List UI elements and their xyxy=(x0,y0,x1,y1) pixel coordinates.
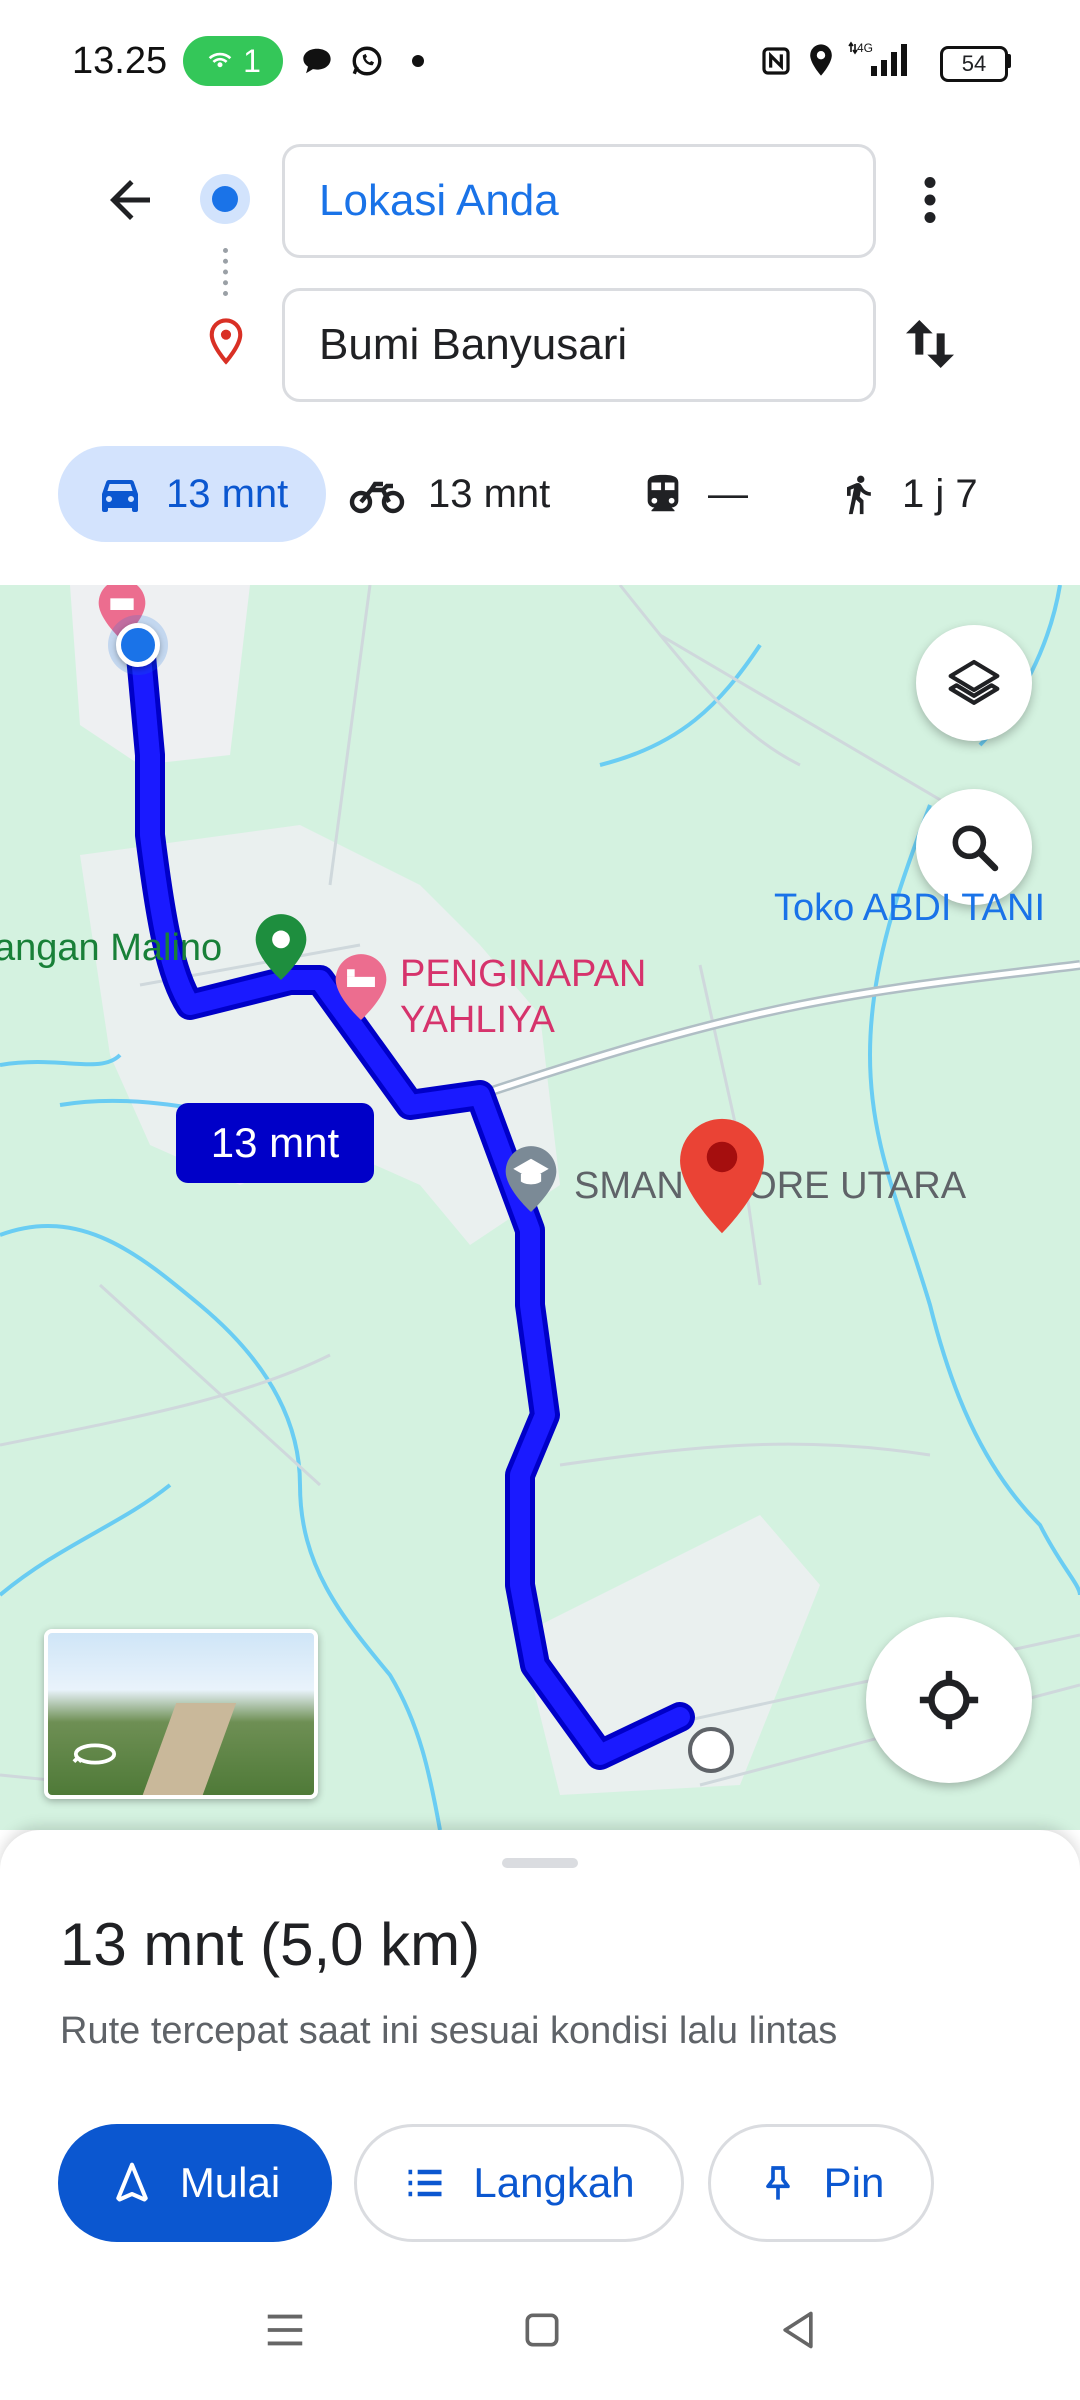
pin-button[interactable]: Pin xyxy=(708,2124,934,2242)
recenter-button[interactable] xyxy=(866,1617,1032,1783)
current-location-dot xyxy=(116,623,160,667)
park-pin-icon[interactable] xyxy=(250,909,312,985)
recent-apps-icon[interactable] xyxy=(262,2310,308,2350)
train-icon xyxy=(647,474,679,512)
list-icon xyxy=(408,2169,442,2197)
mode-transit-tab[interactable]: — xyxy=(640,446,748,542)
destination-marker-icon xyxy=(209,318,243,365)
search-icon xyxy=(952,825,999,872)
layers-icon xyxy=(948,659,1000,705)
pushpin-icon xyxy=(765,2166,790,2200)
destination-map-pin-icon[interactable] xyxy=(676,1115,768,1237)
mode-car-label: 13 mnt xyxy=(166,471,289,516)
route-time-distance: 13 mnt (5,0 km) xyxy=(60,1911,481,1978)
mode-car-tab[interactable]: 13 mnt xyxy=(58,446,327,542)
lodging-pin-icon[interactable] xyxy=(330,949,392,1025)
mode-motorcycle-label: 13 mnt xyxy=(428,471,551,516)
route-time-badge[interactable]: 13 mnt xyxy=(176,1103,374,1183)
home-icon[interactable] xyxy=(520,2308,564,2352)
map-view[interactable]: Toko ABDI TANI angan Malino PENGINAPAN Y… xyxy=(0,585,1080,1830)
chat-bubble-icon xyxy=(303,48,331,74)
motorcycle-icon xyxy=(349,481,405,514)
mode-motorcycle-tab[interactable]: 13 mnt xyxy=(348,446,550,542)
nfc-icon xyxy=(762,47,790,75)
mode-transit-label: — xyxy=(708,471,748,516)
route-note: Rute tercepat saat ini sesuai kondisi la… xyxy=(60,2010,838,2052)
hotspot-icon xyxy=(208,52,232,68)
route-time-badge-text: 13 mnt xyxy=(210,1119,340,1166)
street-view-thumbnail[interactable] xyxy=(44,1629,318,1799)
battery-tip xyxy=(1006,54,1011,68)
status-bar: 13.25 1 4G 54 xyxy=(0,0,1080,130)
car-icon xyxy=(102,480,138,512)
back-nav-icon[interactable] xyxy=(776,2306,820,2354)
poi-label-penginapan-2[interactable]: YAHLIYA xyxy=(400,999,555,1042)
poi-label-penginapan-1[interactable]: PENGINAPAN xyxy=(400,953,646,996)
drag-handle[interactable] xyxy=(502,1858,578,1868)
rotate-360-icon xyxy=(72,1743,117,1765)
hotspot-pill: 1 xyxy=(183,36,283,86)
back-arrow-icon[interactable] xyxy=(100,170,160,230)
mode-walk-label: 1 j 7 xyxy=(902,471,978,516)
battery-indicator: 54 xyxy=(940,46,1008,82)
poi-label-lapangan[interactable]: angan Malino xyxy=(0,927,222,970)
svg-text:4G: 4G xyxy=(857,41,873,55)
my-location-icon xyxy=(919,1670,979,1730)
location-icon xyxy=(810,44,832,76)
navigation-arrow-icon xyxy=(116,2162,148,2202)
origin-marker-icon xyxy=(200,174,250,224)
status-time: 13.25 xyxy=(72,40,168,82)
hotspot-count: 1 xyxy=(243,42,261,79)
whatsapp-icon xyxy=(352,46,382,76)
destination-text: Bumi Banyusari xyxy=(319,320,628,369)
pin-label: Pin xyxy=(823,2159,885,2206)
start-navigation-button[interactable]: Mulai xyxy=(58,2124,332,2242)
school-pin-icon[interactable] xyxy=(500,1141,562,1217)
notification-dot xyxy=(412,55,424,67)
walk-icon xyxy=(847,475,871,515)
poi-label-sman[interactable]: SMAN 1 LORE UTARA xyxy=(574,1165,966,1208)
swap-directions-icon[interactable] xyxy=(898,312,962,376)
steps-button[interactable]: Langkah xyxy=(354,2124,684,2242)
battery-level: 54 xyxy=(961,51,987,76)
origin-text: Lokasi Anda xyxy=(319,176,559,225)
mode-walk-tab[interactable]: 1 j 7 xyxy=(836,446,978,542)
destination-field[interactable]: Bumi Banyusari xyxy=(282,288,876,402)
destination-endpoint-dot xyxy=(688,1727,734,1773)
origin-field[interactable]: Lokasi Anda xyxy=(282,144,876,258)
signal-4g-icon: 4G xyxy=(848,41,907,76)
poi-label-toko[interactable]: Toko ABDI TANI xyxy=(774,887,1045,930)
steps-label: Langkah xyxy=(473,2159,635,2206)
map-layers-button[interactable] xyxy=(916,625,1032,741)
route-connector-dots xyxy=(223,248,233,296)
more-options-icon[interactable] xyxy=(900,170,960,230)
start-label: Mulai xyxy=(179,2159,281,2206)
